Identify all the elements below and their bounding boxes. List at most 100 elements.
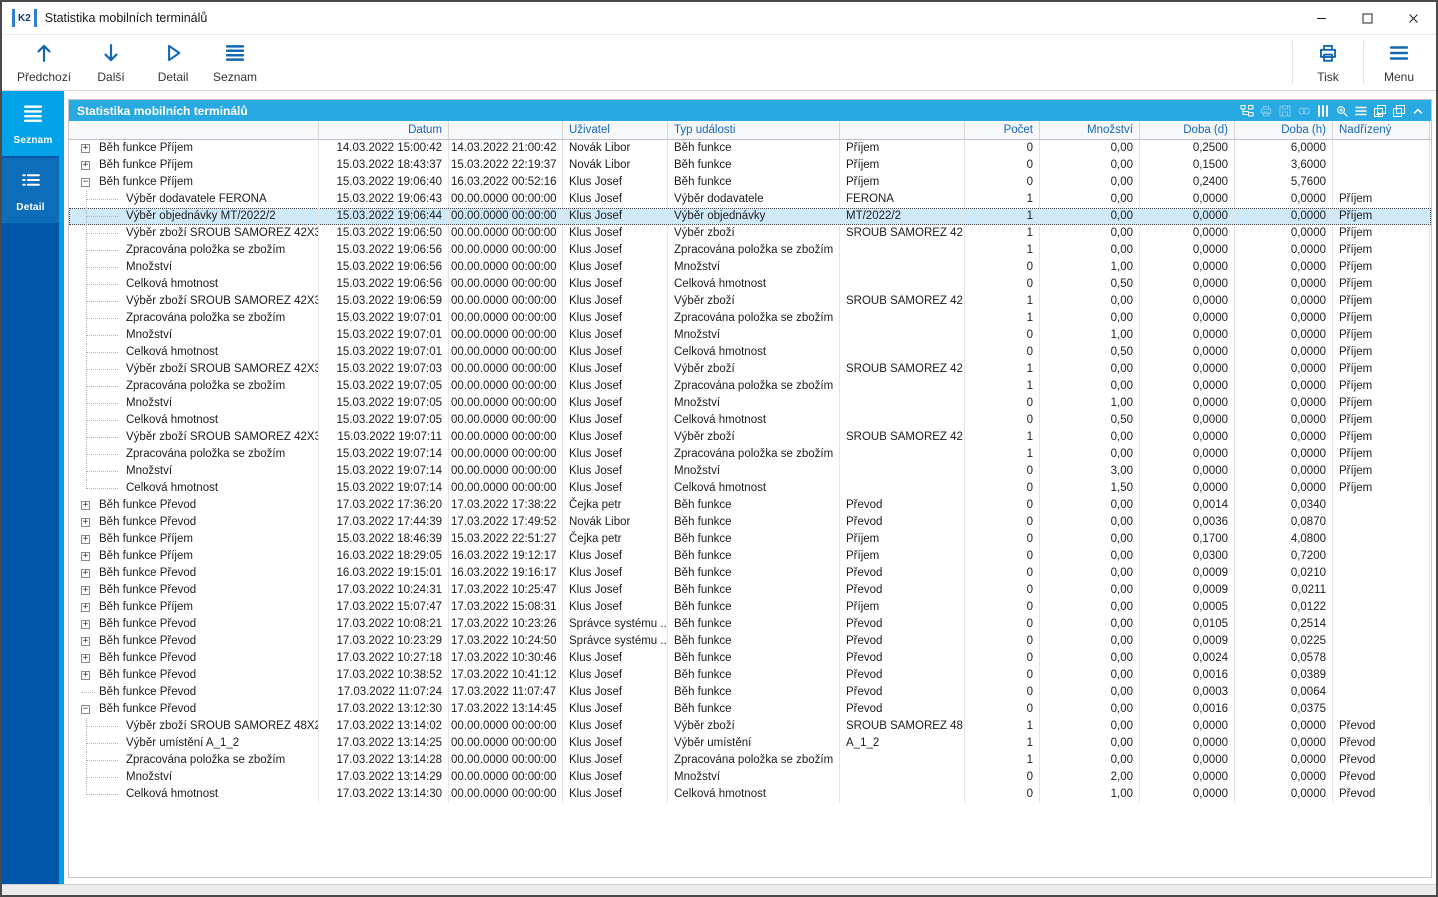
table-row[interactable]: Celková hmotnost 15.03.2022 19:06:56 00.00… [69,276,1431,293]
cell-doba_d: 0,0000 [1140,310,1235,327]
tree-expander[interactable]: + [81,569,90,578]
table-row[interactable]: + Běh funkce Převod 17.03.2022 10:27:18 17.… [69,650,1431,667]
column-header-hodnota[interactable] [840,121,965,139]
table-row[interactable]: + Běh funkce Převod 17.03.2022 17:36:20 17.… [69,497,1431,514]
cell-datum2: 00.00.0000 00:00:00 [449,259,563,276]
tree-expander[interactable]: + [81,552,90,561]
table-row[interactable]: Výběr objednávky MT/2022/2 15.03.2022 19:… [69,208,1431,225]
table-row[interactable]: + Běh funkce Příjem 15.03.2022 18:43:37 15.… [69,157,1431,174]
sidebar-item-seznam[interactable]: Seznam [2,91,64,156]
cell-mnozstvi: 1,00 [1040,259,1140,276]
table-row[interactable]: Výběr zboží SROUB SAMOREZ 48X22 17.03.202… [69,718,1431,735]
tree-expander[interactable]: + [81,518,90,527]
toolbar: Předchozí Další Detail Seznam Tisk Menu [2,35,1436,91]
columns-icon[interactable] [1316,104,1330,118]
table-row[interactable]: Zpracována položka se zbožím 17.03.2022 1… [69,752,1431,769]
toolbar-button-menu[interactable]: Menu [1368,35,1430,90]
tree-expander[interactable]: + [81,654,90,663]
lines-icon[interactable] [1354,104,1368,118]
tree-connector [86,267,118,268]
table-row[interactable]: Množství 15.03.2022 19:07:14 00.00.0000 00… [69,463,1431,480]
toolbar-button-detail[interactable]: Detail [142,35,204,90]
table-row[interactable]: + Běh funkce Příjem 17.03.2022 15:07:47 17.… [69,599,1431,616]
tree-connector [86,743,118,744]
tree-expander[interactable]: + [81,535,90,544]
column-header-mnozstvi[interactable]: Množství [1040,121,1140,139]
tree-expander[interactable]: + [81,603,90,612]
tree-expander[interactable]: + [81,161,90,170]
cell-datum2: 00.00.0000 00:00:00 [449,276,563,293]
table-row[interactable]: + Běh funkce Příjem 15.03.2022 18:46:39 15.… [69,531,1431,548]
table-row[interactable]: + Běh funkce Převod 17.03.2022 10:38:52 17.… [69,667,1431,684]
table-row[interactable]: Množství 15.03.2022 19:07:05 00.00.0000 00… [69,395,1431,412]
toolbar-button-seznam[interactable]: Seznam [204,35,266,90]
table-row[interactable]: Běh funkce Převod 17.03.2022 11:07:24 17.0… [69,684,1431,701]
table-row[interactable]: Zpracována položka se zbožím 15.03.2022 1… [69,446,1431,463]
table-row[interactable]: Celková hmotnost 15.03.2022 19:07:01 00.00… [69,344,1431,361]
table-row[interactable]: Zpracována položka se zbožím 15.03.2022 1… [69,378,1431,395]
zoom-icon[interactable] [1335,104,1349,118]
table-row[interactable]: Celková hmotnost 15.03.2022 19:07:05 00.00… [69,412,1431,429]
table-row[interactable]: Výběr zboží SROUB SAMOREZ 42X32 15.03.202… [69,429,1431,446]
maximize-button[interactable] [1344,2,1390,34]
table-row[interactable]: Množství 17.03.2022 13:14:29 00.00.0000 00… [69,769,1431,786]
table-row[interactable]: Výběr zboží SROUB SAMOREZ 42X32 15.03.202… [69,293,1431,310]
column-header-doba_h[interactable]: Doba (h) [1235,121,1333,139]
sidebar-item-label: Seznam [13,134,53,146]
table-row[interactable]: + Běh funkce Příjem 14.03.2022 15:00:42 14.… [69,140,1431,157]
column-header-typ[interactable]: Typ události [668,121,840,139]
cell-mnozstvi: 0,00 [1040,667,1140,684]
table-row[interactable]: Výběr zboží SROUB SAMOREZ 42X32 15.03.202… [69,361,1431,378]
table-row[interactable]: Množství 15.03.2022 19:06:56 00.00.0000 00… [69,259,1431,276]
table-row[interactable]: − Běh funkce Převod 17.03.2022 13:12:30 17.… [69,701,1431,718]
table-row[interactable]: Výběr umístění A_1_2 17.03.2022 13:14:25 0… [69,735,1431,752]
cell-uzivatel: Klus Josef [563,701,668,718]
toolbar-button-predchozi[interactable]: Předchozí [8,35,80,90]
toolbar-button-dalsi[interactable]: Další [80,35,142,90]
tree-expander[interactable]: + [81,586,90,595]
tree-expander[interactable]: + [81,620,90,629]
table-row[interactable]: + Běh funkce Převod 17.03.2022 10:08:21 17.… [69,616,1431,633]
table-row[interactable]: Výběr zboží SROUB SAMOREZ 42X32 15.03.202… [69,225,1431,242]
table-row[interactable]: Výběr dodavatele FERONA 15.03.2022 19:06:… [69,191,1431,208]
table-row[interactable]: + Běh funkce Převod 17.03.2022 17:44:39 17.… [69,514,1431,531]
sidebar-item-detail[interactable]: Detail [2,158,59,223]
close-button[interactable] [1390,2,1436,34]
table-row[interactable]: + Běh funkce Převod 17.03.2022 10:23:29 17.… [69,633,1431,650]
tree-expander[interactable]: − [81,178,90,187]
table-row[interactable]: − Běh funkce Příjem 15.03.2022 19:06:40 16.… [69,174,1431,191]
table-row[interactable]: Zpracována položka se zbožím 15.03.2022 1… [69,310,1431,327]
table-row[interactable]: + Běh funkce Příjem 16.03.2022 18:29:05 16.… [69,548,1431,565]
panel-caption-bar: Statistika mobilních terminálů [69,100,1431,121]
cascade-icon[interactable] [1392,104,1406,118]
sidebar-list-icon [22,102,44,129]
tree-expander[interactable]: + [81,671,90,680]
cell-typ: Množství [668,327,840,344]
tree-expander[interactable]: − [81,705,90,714]
toolbar-button-tisk[interactable]: Tisk [1297,35,1359,90]
new-window-icon[interactable] [1373,104,1387,118]
table-row[interactable]: + Běh funkce Převod 17.03.2022 10:24:31 17.… [69,582,1431,599]
table-row[interactable]: Zpracována položka se zbožím 15.03.2022 1… [69,242,1431,259]
cell-mnozstvi: 0,00 [1040,735,1140,752]
coins-icon [1297,104,1311,118]
table-row[interactable]: Celková hmotnost 17.03.2022 13:14:30 00.00… [69,786,1431,803]
column-header-uzivatel[interactable]: Uživatel [563,121,668,139]
collapse-icon[interactable] [1411,104,1425,118]
column-header-name[interactable] [69,121,319,139]
tree-expander[interactable]: + [81,637,90,646]
column-header-nadrizeny[interactable]: Nadřízený [1333,121,1430,139]
tree-expander[interactable]: + [81,144,90,153]
tree-view-icon[interactable] [1240,104,1254,118]
table-row[interactable]: + Běh funkce Převod 16.03.2022 19:15:01 16.… [69,565,1431,582]
table-row[interactable]: Množství 15.03.2022 19:07:01 00.00.0000 00… [69,327,1431,344]
column-header-pocet[interactable]: Počet [965,121,1040,139]
minimize-button[interactable] [1298,2,1344,34]
tree-expander[interactable]: + [81,501,90,510]
table-row[interactable]: Celková hmotnost 15.03.2022 19:07:14 00.00… [69,480,1431,497]
column-header-datum[interactable]: Datum [319,121,449,139]
column-header-doba_d[interactable]: Doba (d) [1140,121,1235,139]
cell-datum2: 00.00.0000 00:00:00 [449,786,563,803]
column-header-datum2[interactable] [449,121,563,139]
cell-datum: 16.03.2022 18:29:05 [319,548,449,565]
